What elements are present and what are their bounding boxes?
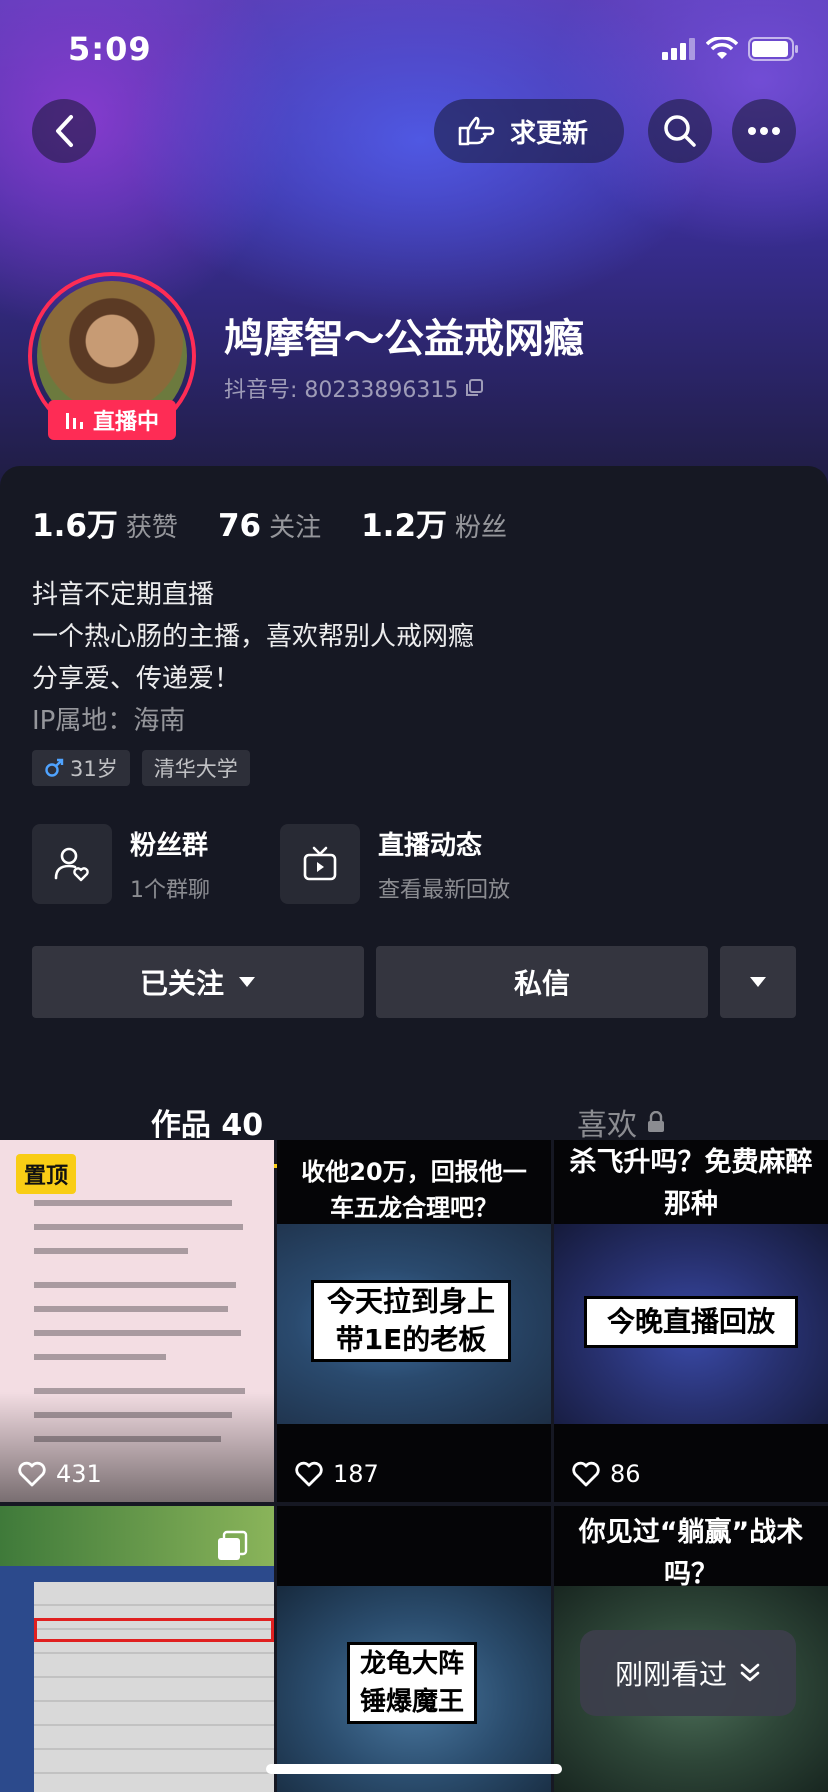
copy-icon	[466, 379, 484, 396]
heart-icon	[18, 1461, 46, 1487]
video-thumbnail[interactable]	[0, 1506, 274, 1792]
video-caption: 杀飞升吗？免费麻醉那种	[569, 1147, 813, 1220]
video-thumbnail[interactable]: 杀飞升吗？免费麻醉那种 今晚直播回放 86	[554, 1140, 828, 1502]
live-feed-subtitle: 查看最新回放	[378, 877, 511, 903]
request-update-button[interactable]: 求更新	[434, 99, 624, 163]
stat-followers[interactable]: 1.2万 粉丝	[361, 500, 507, 545]
douyin-id-text: 抖音号: 80233896315	[224, 378, 459, 403]
video-caption: 你见过“躺赢”战术吗？	[578, 1517, 804, 1590]
male-icon	[45, 758, 64, 777]
profile-tags: 31岁 清华大学	[32, 750, 250, 786]
lock-icon	[648, 1111, 664, 1132]
caret-down-icon	[239, 977, 255, 987]
video-title-box: 今晚直播回放	[584, 1296, 798, 1348]
profile-nickname: 鸠摩智～公益戒网瘾	[224, 316, 584, 362]
tv-play-icon	[303, 846, 337, 881]
message-label: 私信	[513, 967, 570, 1000]
recently-viewed-label: 刚刚看过	[614, 1658, 727, 1691]
video-title-box: 龙龟大阵锤爆魔王	[347, 1642, 477, 1724]
pinned-badge: 置顶	[16, 1154, 77, 1194]
fan-group-entry[interactable]: 粉丝群 1个群聊	[32, 824, 210, 904]
search-icon	[664, 115, 696, 147]
stat-likes[interactable]: 1.6万 获赞	[32, 500, 178, 545]
chevron-left-icon	[56, 115, 73, 147]
bio-line: 分享爱、传递爱！	[32, 664, 241, 694]
fan-group-title: 粉丝群	[130, 830, 209, 861]
followed-button[interactable]: 已关注	[32, 946, 364, 1018]
battery-icon	[748, 37, 798, 61]
message-button[interactable]: 私信	[376, 946, 708, 1018]
video-thumbnail[interactable]: 收他20万，回报他一车五龙合理吧？ 今天拉到身上带1E的老板 187	[277, 1140, 551, 1502]
video-likes: 187	[295, 1460, 379, 1488]
wifi-icon	[706, 37, 738, 59]
followed-label: 已关注	[139, 967, 224, 1000]
search-button[interactable]	[648, 99, 712, 163]
tab-likes-label: 喜欢	[577, 1108, 637, 1143]
live-feed-icon-box	[280, 824, 360, 904]
request-update-label: 求更新	[510, 118, 589, 149]
live-feed-title: 直播动态	[378, 830, 483, 861]
live-bars-icon	[65, 413, 83, 429]
live-badge-label: 直播中	[92, 410, 159, 435]
video-likes: 431	[18, 1460, 102, 1488]
video-caption: 收他20万，回报他一车五龙合理吧？	[301, 1158, 527, 1222]
video-thumbnail[interactable]: 置顶 431	[0, 1140, 274, 1502]
bio-line: 抖音不定期直播	[32, 580, 215, 610]
status-icons	[662, 36, 800, 62]
more-actions-button[interactable]	[720, 946, 796, 1018]
fan-group-subtitle: 1个群聊	[130, 877, 210, 903]
caret-down-icon	[750, 977, 766, 987]
live-feed-entry[interactable]: 直播动态 查看最新回放	[280, 824, 510, 904]
bio: 抖音不定期直播 一个热心肠的主播，喜欢帮别人戒网瘾 分享爱、传递爱！ IP属地：…	[32, 574, 474, 742]
signal-icon	[662, 38, 695, 60]
pointing-hand-icon	[458, 116, 495, 146]
video-thumbnail[interactable]: 龙龟大阵锤爆魔王	[277, 1506, 551, 1792]
video-likes: 86	[572, 1460, 641, 1488]
video-title-box: 今天拉到身上带1E的老板	[311, 1280, 511, 1362]
status-time: 5:09	[68, 30, 152, 68]
school-tag[interactable]: 清华大学	[141, 750, 250, 786]
douyin-id[interactable]: 抖音号: 80233896315	[224, 372, 484, 404]
double-chevron-down-icon	[740, 1663, 760, 1682]
user-heart-icon	[54, 847, 89, 882]
more-dots-icon	[748, 127, 780, 135]
age-tag: 31岁	[32, 750, 130, 786]
leaderboard-table	[34, 1582, 274, 1792]
heart-icon	[572, 1461, 600, 1487]
ip-location: IP属地：海南	[32, 706, 186, 736]
stat-following[interactable]: 76 关注	[218, 507, 321, 544]
recently-viewed-button[interactable]: 刚刚看过	[580, 1630, 796, 1716]
fan-group-icon-box	[32, 824, 112, 904]
live-badge[interactable]: 直播中	[48, 400, 176, 440]
highlight-row	[34, 1618, 274, 1642]
back-button[interactable]	[32, 99, 96, 163]
profile-stats: 1.6万 获赞 76 关注 1.2万 粉丝	[32, 500, 507, 545]
bio-line: 一个热心肠的主播，喜欢帮别人戒网瘾	[32, 622, 475, 652]
multi-image-icon	[218, 1530, 248, 1560]
home-indicator	[266, 1764, 562, 1774]
more-button[interactable]	[732, 99, 796, 163]
heart-icon	[295, 1461, 323, 1487]
